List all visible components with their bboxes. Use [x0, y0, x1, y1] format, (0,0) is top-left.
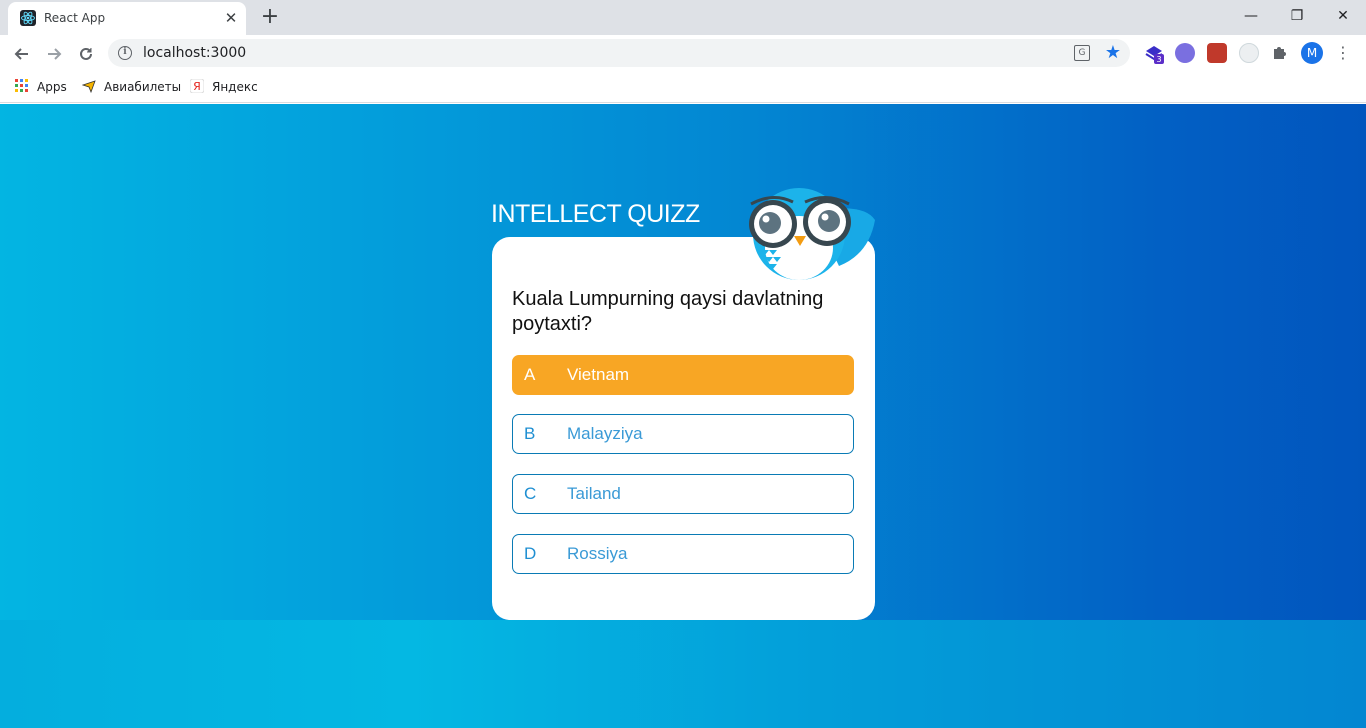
tab-close-button[interactable]: ✕ [222, 9, 240, 27]
extension-stack-icon[interactable]: 3 [1144, 43, 1164, 64]
option-letter: B [524, 424, 536, 443]
option-text: Vietnam [567, 365, 630, 384]
back-arrow-icon[interactable] [8, 40, 36, 68]
question-text: Kuala Lumpurning qaysi davlatning poytax… [512, 288, 824, 335]
profile-avatar[interactable]: M [1301, 42, 1323, 64]
extension-white-icon[interactable] [1239, 43, 1259, 63]
browser-toolbar: i localhost:3000 G ★ 3 M ⋮ [0, 35, 1366, 71]
url-text[interactable]: localhost:3000 [143, 45, 246, 61]
site-info-icon[interactable]: i [118, 46, 132, 60]
bookmark-yandex[interactable]: Я Яндекс [189, 78, 258, 96]
airplane-icon [81, 79, 96, 94]
page-viewport: INTELLECT QUIZZ Kuala Lumpurning qaysi d… [0, 104, 1366, 728]
window-close-button[interactable]: ✕ [1320, 4, 1366, 28]
option-text: Rossiya [567, 544, 628, 563]
option-letter: D [524, 544, 537, 563]
restore-button[interactable]: ❐ [1274, 4, 1320, 28]
option-letter: C [524, 484, 537, 503]
option-letter: A [524, 365, 536, 384]
extensions-puzzle-icon[interactable] [1271, 43, 1291, 63]
bookmark-label: Яндекс [212, 80, 258, 94]
answer-option-b[interactable]: B Malayziya [512, 414, 854, 454]
extension-red-icon[interactable] [1207, 43, 1227, 63]
bookmark-aviabilety[interactable]: Авиабилеты [81, 78, 182, 96]
bookmarks-bar: Apps Авиабилеты Я Яндекс [0, 71, 1366, 103]
owl-mascot-icon [743, 184, 877, 284]
new-tab-button[interactable]: + [258, 6, 282, 30]
option-text: Malayziya [567, 424, 643, 443]
extension-purple-icon[interactable] [1175, 43, 1195, 63]
quiz-title: INTELLECT QUIZZ [491, 200, 700, 228]
bookmark-label: Apps [37, 80, 67, 94]
extension-badge: 3 [1156, 55, 1161, 64]
answer-option-a[interactable]: A Vietnam [512, 355, 854, 395]
browser-tab[interactable]: React App ✕ [8, 2, 246, 35]
question-card: Kuala Lumpurning qaysi davlatning poytax… [492, 237, 875, 620]
browser-tab-bar: React App ✕ + — ❐ ✕ [0, 0, 1366, 35]
bookmark-label: Авиабилеты [104, 80, 182, 94]
bookmark-star-icon[interactable]: ★ [1105, 42, 1121, 63]
svg-text:Я: Я [193, 80, 201, 93]
bookmark-apps[interactable]: Apps [15, 78, 67, 96]
tab-title: React App [44, 11, 106, 25]
option-text: Tailand [567, 484, 621, 503]
page-bottom-band [0, 620, 1366, 728]
react-favicon-icon [20, 10, 36, 26]
answer-option-d[interactable]: D Rossiya [512, 534, 854, 574]
yandex-icon: Я [189, 78, 205, 94]
minimize-button[interactable]: — [1228, 4, 1274, 28]
apps-grid-icon [15, 79, 29, 93]
address-bar[interactable]: i localhost:3000 G ★ [108, 39, 1130, 67]
reload-icon[interactable] [72, 40, 100, 68]
browser-menu-icon[interactable]: ⋮ [1334, 43, 1352, 63]
answer-option-c[interactable]: C Tailand [512, 474, 854, 514]
translate-icon[interactable]: G [1074, 45, 1090, 61]
forward-arrow-icon[interactable] [40, 40, 68, 68]
